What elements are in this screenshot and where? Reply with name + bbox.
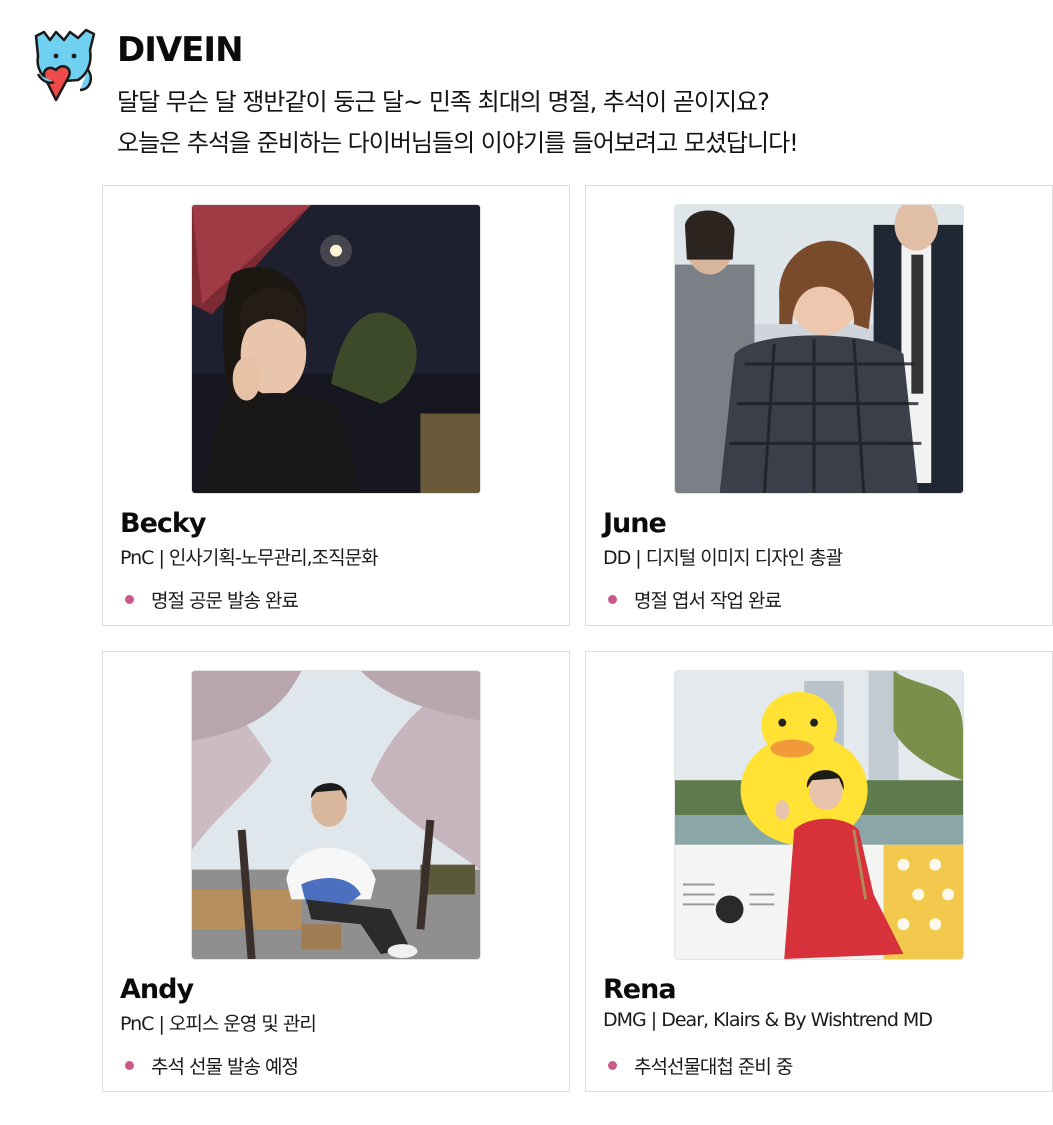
member-name: Becky <box>120 508 206 539</box>
intro-text: 달달 무슨 달 쟁반같이 둥근 달~ 민족 최대의 명절, 추석이 곧이지요? … <box>117 82 799 164</box>
member-photo <box>191 204 481 494</box>
page-header: DIVEIN 달달 무슨 달 쟁반같이 둥근 달~ 민족 최대의 명절, 추석이… <box>32 26 1012 166</box>
bullet-dot-icon <box>125 1061 134 1070</box>
member-task: 명절 공문 발송 완료 <box>125 586 299 613</box>
member-role: PnC | 오피스 운영 및 관리 <box>120 1013 317 1035</box>
member-task-text: 명절 공문 발송 완료 <box>151 590 299 612</box>
member-name: Andy <box>120 974 194 1005</box>
divein-mascot-logo-icon <box>32 28 98 106</box>
brand-title: DIVEIN <box>117 30 244 70</box>
member-card-rena: Rena DMG | Dear, Klairs & By Wishtrend M… <box>585 651 1053 1092</box>
intro-line-2: 오늘은 추석을 준비하는 다이버님들의 이야기를 들어보려고 모셨답니다! <box>117 129 799 157</box>
member-role: PnC | 인사기획-노무관리,조직문화 <box>120 547 379 569</box>
member-card-andy: Andy PnC | 오피스 운영 및 관리 추석 선물 발송 예정 <box>102 651 570 1092</box>
member-name: June <box>603 508 667 539</box>
member-task-text: 추석 선물 발송 예정 <box>151 1056 299 1078</box>
member-name: Rena <box>603 974 677 1005</box>
bullet-dot-icon <box>608 1061 617 1070</box>
member-task-text: 명절 엽서 작업 완료 <box>634 590 782 612</box>
member-task: 추석선물대첩 준비 중 <box>608 1052 793 1079</box>
member-role: DMG | Dear, Klairs & By Wishtrend MD <box>603 1009 933 1031</box>
bullet-dot-icon <box>608 595 617 604</box>
member-card-june: June DD | 디지털 이미지 디자인 총괄 명절 엽서 작업 완료 <box>585 185 1053 626</box>
bullet-dot-icon <box>125 595 134 604</box>
intro-line-1: 달달 무슨 달 쟁반같이 둥근 달~ 민족 최대의 명절, 추석이 곧이지요? <box>117 88 770 116</box>
member-task: 추석 선물 발송 예정 <box>125 1052 299 1079</box>
member-photo <box>674 204 964 494</box>
member-role: DD | 디지털 이미지 디자인 총괄 <box>603 547 843 569</box>
member-task-text: 추석선물대첩 준비 중 <box>634 1056 793 1078</box>
member-photo <box>674 670 964 960</box>
member-card-becky: Becky PnC | 인사기획-노무관리,조직문화 명절 공문 발송 완료 <box>102 185 570 626</box>
member-photo <box>191 670 481 960</box>
member-task: 명절 엽서 작업 완료 <box>608 586 782 613</box>
